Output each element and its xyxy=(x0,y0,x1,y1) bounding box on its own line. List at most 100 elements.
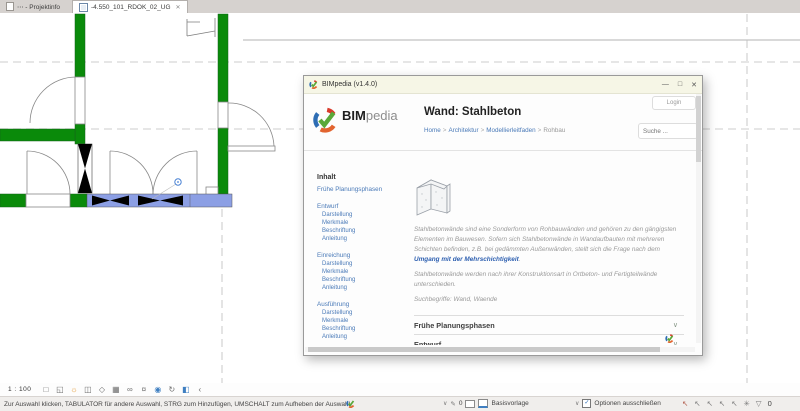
design-option-select[interactable]: Basisvorlage xyxy=(491,400,528,407)
status-bar: Zur Auswahl klicken, TABULATOR für ander… xyxy=(0,396,800,411)
collapse-icon[interactable]: ‹ xyxy=(195,385,204,394)
maximize-button[interactable]: □ xyxy=(678,81,682,89)
document-icon xyxy=(6,2,14,11)
toc-link[interactable]: Darstellung xyxy=(322,260,414,268)
brand-bold: BIM xyxy=(342,108,366,123)
breadcrumb-current: Rohbau xyxy=(543,127,565,134)
select-by-face-icon[interactable]: ↖ xyxy=(719,399,725,408)
hide-isolate-glasses-icon[interactable]: ∞ xyxy=(125,385,134,394)
filter-count: 0 xyxy=(768,399,772,408)
accordion-list: Frühe Planungsphasen ∨ Entwurf ∨ Einreic… xyxy=(414,315,684,345)
worksharing-display-icon[interactable]: ◧ xyxy=(181,385,190,394)
brand-wordmark[interactable]: BIMpedia xyxy=(342,108,398,123)
breadcrumb-home[interactable]: Home xyxy=(424,127,441,134)
tab-label: ⋯ - Projektinfo xyxy=(17,3,60,11)
toc-link[interactable]: Anleitung xyxy=(322,284,414,292)
status-hint: Zur Auswahl klicken, TABULATOR für ander… xyxy=(4,401,352,408)
toc-heading: Inhalt xyxy=(317,174,414,181)
search-input[interactable] xyxy=(638,123,698,139)
tab-projektinfo[interactable]: ⋯ - Projektinfo xyxy=(0,0,66,13)
breadcrumb-separator: > xyxy=(481,127,485,134)
wall-corner-image xyxy=(414,174,452,218)
page-header: BIMpedia Wand: Stahlbeton Home>Architekt… xyxy=(304,94,702,151)
detail-level-icon[interactable]: ▦ xyxy=(111,385,120,394)
view-control-bar: 1 : 100 □ ◱ ☼ ◫ ◇ ▦ ∞ ¤ ◉ ↻ ◧ ‹ xyxy=(0,383,800,396)
refresh-icon[interactable]: ↻ xyxy=(167,385,176,394)
worksharing-display-icon[interactable] xyxy=(465,400,475,408)
sun-study-icon[interactable]: ☼ xyxy=(69,385,78,394)
exclude-options-label: Optionen ausschließen xyxy=(594,400,661,407)
toc-link[interactable]: Merkmale xyxy=(322,219,414,227)
window-band xyxy=(87,194,232,207)
editing-requests-icon[interactable]: ✎ xyxy=(450,400,455,408)
toc-link-einreichung[interactable]: Einreichung xyxy=(317,252,414,260)
view-tab-bar: ⋯ - Projektinfo -4.550_101_RDOK_02_UG ✕ xyxy=(0,0,800,13)
accordion-label: Frühe Planungsphasen xyxy=(414,321,495,330)
minimize-button[interactable]: — xyxy=(662,81,669,89)
dialog-title: BIMpedia (v1.4.0) xyxy=(322,81,377,88)
close-button[interactable]: ✕ xyxy=(691,81,697,89)
concrete-walls xyxy=(0,14,228,207)
vertical-scrollbar[interactable] xyxy=(696,94,701,343)
toc-link[interactable]: Merkmale xyxy=(322,317,414,325)
toc-link-entwurf[interactable]: Entwurf xyxy=(317,203,414,211)
filter-icon[interactable]: ▽ xyxy=(756,399,762,408)
toc-link[interactable]: Anleitung xyxy=(322,235,414,243)
construction-paragraph: Stahlbetonwände werden nach ihrer Konstr… xyxy=(414,270,680,290)
bimpedia-favicon xyxy=(665,334,674,343)
article: Stahlbetonwände sind eine Sonderform von… xyxy=(414,150,696,345)
brand-light: pedia xyxy=(366,108,398,123)
scale-button[interactable]: 1 : 100 xyxy=(8,386,31,393)
chevron-down-icon: ∨ xyxy=(673,321,678,329)
tab-close-icon[interactable]: ✕ xyxy=(176,4,181,11)
toc-link[interactable]: Darstellung xyxy=(322,211,414,219)
login-button[interactable]: Login xyxy=(652,96,696,110)
plan-view-icon xyxy=(79,3,88,12)
accordion-label: Entwurf xyxy=(414,340,441,346)
scrollbar-thumb[interactable] xyxy=(308,347,660,352)
exclude-options-checkbox[interactable]: ✓ xyxy=(582,399,591,408)
chevron-down-icon[interactable]: ∨ xyxy=(575,400,579,407)
mehrschichtigkeit-link[interactable]: Umgang mit der Mehrschichtigkeit xyxy=(414,256,519,263)
horizontal-scrollbar[interactable] xyxy=(305,347,695,352)
tab-active-view[interactable]: -4.550_101_RDOK_02_UG ✕ xyxy=(72,0,188,13)
doors xyxy=(26,77,275,207)
select-pinned-icon[interactable]: ↖ xyxy=(707,399,713,408)
chevron-down-icon[interactable]: ∨ xyxy=(443,400,447,407)
breadcrumb-modellierleitfaden[interactable]: Modellierleitfaden xyxy=(486,127,535,134)
show-crop-region-icon[interactable]: ◱ xyxy=(55,385,64,394)
visual-style-icon[interactable]: ◇ xyxy=(97,385,106,394)
drag-on-select-icon[interactable]: ↖ xyxy=(731,399,737,408)
table-of-contents: Inhalt Frühe Planungsphasen Entwurf Dars… xyxy=(304,150,414,345)
select-underlay-icon[interactable]: ↖ xyxy=(694,399,700,408)
toc-link[interactable]: Beschriftung xyxy=(322,276,414,284)
bimpedia-addin-icon[interactable] xyxy=(346,399,355,408)
tab-label: -4.550_101_RDOK_02_UG xyxy=(91,4,171,11)
bimpedia-logo[interactable] xyxy=(312,107,338,133)
bimpedia-window-icon xyxy=(309,80,318,89)
dialog-titlebar[interactable]: BIMpedia (v1.4.0) — □ ✕ xyxy=(304,76,702,94)
worksharing-monitor-icon[interactable] xyxy=(478,399,488,408)
accordion-fruehe-planungsphasen[interactable]: Frühe Planungsphasen ∨ xyxy=(414,315,684,334)
breadcrumb-separator: > xyxy=(443,127,447,134)
column-symbol xyxy=(78,144,92,193)
reveal-hidden-icon[interactable]: ¤ xyxy=(139,385,148,394)
toc-link[interactable]: Beschriftung xyxy=(322,325,414,333)
toc-link-ausfuehrung[interactable]: Ausführung xyxy=(317,301,414,309)
toc-link[interactable]: Beschriftung xyxy=(322,227,414,235)
toc-link[interactable]: Merkmale xyxy=(322,268,414,276)
toc-link-fruehe-planungsphasen[interactable]: Frühe Planungsphasen xyxy=(317,186,414,194)
scrollbar-thumb[interactable] xyxy=(696,96,701,162)
temporary-view-icon[interactable]: ◉ xyxy=(153,385,162,394)
bimpedia-dialog: BIMpedia (v1.4.0) — □ ✕ BIMpedia Wand: S… xyxy=(303,75,703,356)
selection-settings-icon[interactable]: ✳ xyxy=(743,399,749,408)
accordion-entwurf[interactable]: Entwurf ∨ xyxy=(414,334,684,345)
select-links-icon[interactable]: ↖ xyxy=(682,399,688,408)
breadcrumb-architektur[interactable]: Architektur xyxy=(448,127,478,134)
shadows-icon[interactable]: ◫ xyxy=(83,385,92,394)
intro-paragraph: Stahlbetonwände sind eine Sonderform von… xyxy=(414,226,676,253)
toc-link[interactable]: Anleitung xyxy=(322,333,414,341)
crop-region-icon[interactable]: □ xyxy=(41,385,50,394)
toc-link[interactable]: Darstellung xyxy=(322,309,414,317)
editing-requests-count: 0 xyxy=(459,400,463,407)
